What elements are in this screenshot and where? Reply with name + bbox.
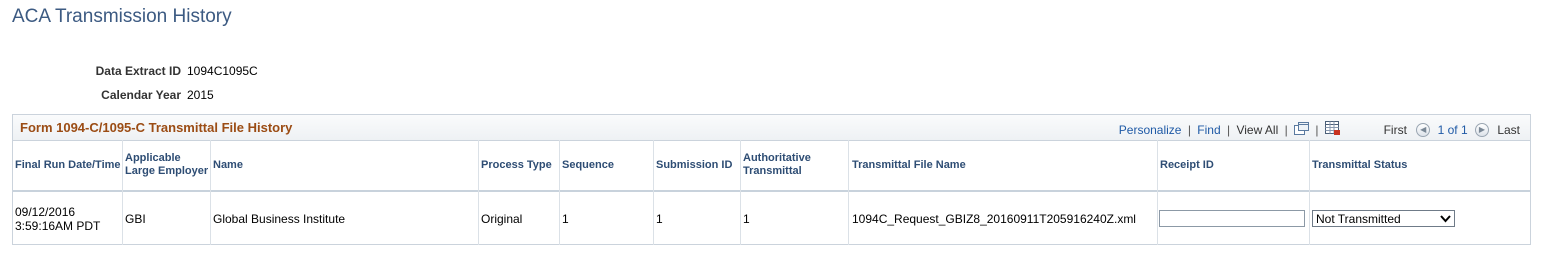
- nav-separator: |: [1315, 123, 1319, 137]
- calendar-year-value: 2015: [187, 88, 214, 102]
- col-process-type[interactable]: Process Type: [479, 140, 559, 190]
- next-icon: ▶: [1474, 123, 1489, 137]
- last-label: Last: [1497, 123, 1520, 137]
- col-status[interactable]: Transmittal Status: [1310, 140, 1528, 190]
- column-divider: [1309, 140, 1310, 245]
- employer-cell: GBI: [125, 211, 146, 226]
- transmittal-status-select[interactable]: Not Transmitted: [1312, 210, 1455, 227]
- nav-separator: |: [1284, 123, 1288, 137]
- file-name-cell: 1094C_Request_GBIZ8_20160911T205916240Z.…: [852, 211, 1136, 226]
- name-cell: Global Business Institute: [213, 211, 346, 226]
- column-divider: [848, 140, 849, 245]
- grid-title: Form 1094-C/1095-C Transmittal File Hist…: [20, 120, 293, 135]
- page-title: ACA Transmission History: [12, 6, 232, 27]
- chevron-down-icon: [1440, 213, 1451, 227]
- receipt-id-input[interactable]: [1159, 210, 1305, 227]
- nav-separator: |: [1226, 123, 1231, 137]
- personalize-link[interactable]: Personalize: [1119, 123, 1182, 137]
- new-window-icon[interactable]: [1294, 122, 1310, 138]
- previous-icon: ◀: [1416, 123, 1431, 137]
- col-final-run[interactable]: Final Run Date/Time: [13, 140, 121, 190]
- data-extract-id-value: 1094C1095C: [187, 64, 258, 78]
- process-type-cell: Original: [481, 211, 523, 226]
- data-extract-id-label: Data Extract ID: [95, 64, 181, 78]
- column-divider: [1157, 140, 1158, 245]
- calendar-year-label: Calendar Year: [101, 88, 181, 102]
- first-label: First: [1383, 123, 1407, 137]
- view-all-link[interactable]: View All: [1236, 123, 1278, 137]
- col-sequence[interactable]: Sequence: [560, 140, 652, 190]
- nav-separator: |: [1187, 123, 1191, 137]
- grid-header: Form 1094-C/1095-C Transmittal File Hist…: [13, 115, 1530, 141]
- transmittal-status-value: Not Transmitted: [1316, 211, 1401, 226]
- col-authoritative[interactable]: Authoritative Transmittal: [741, 140, 846, 190]
- col-receipt-id[interactable]: Receipt ID: [1158, 140, 1308, 190]
- final-run-time: 3:59:16AM PDT: [15, 218, 101, 233]
- transmittal-history-grid: Form 1094-C/1095-C Transmittal File Hist…: [12, 114, 1531, 245]
- find-link[interactable]: Find: [1197, 123, 1220, 137]
- final-run-cell: 09/12/2016 3:59:16AM PDT: [13, 192, 121, 245]
- submission-id-cell: 1: [656, 211, 663, 226]
- col-submission-id[interactable]: Submission ID: [654, 140, 740, 190]
- download-grid-icon[interactable]: [1324, 121, 1341, 139]
- sequence-cell: 1: [562, 211, 569, 226]
- col-name[interactable]: Name: [211, 140, 479, 190]
- column-header-row: Final Run Date/Time Applicable Large Emp…: [13, 140, 1530, 192]
- grid-nav: Personalize | Find | View All | | First …: [1119, 121, 1520, 139]
- final-run-date: 09/12/2016: [15, 204, 76, 219]
- col-employer[interactable]: Applicable Large Employer: [123, 140, 211, 190]
- col-file-name[interactable]: Transmittal File Name: [850, 140, 1157, 190]
- authoritative-cell: 1: [743, 211, 750, 226]
- pagination-status: 1 of 1: [1437, 123, 1468, 137]
